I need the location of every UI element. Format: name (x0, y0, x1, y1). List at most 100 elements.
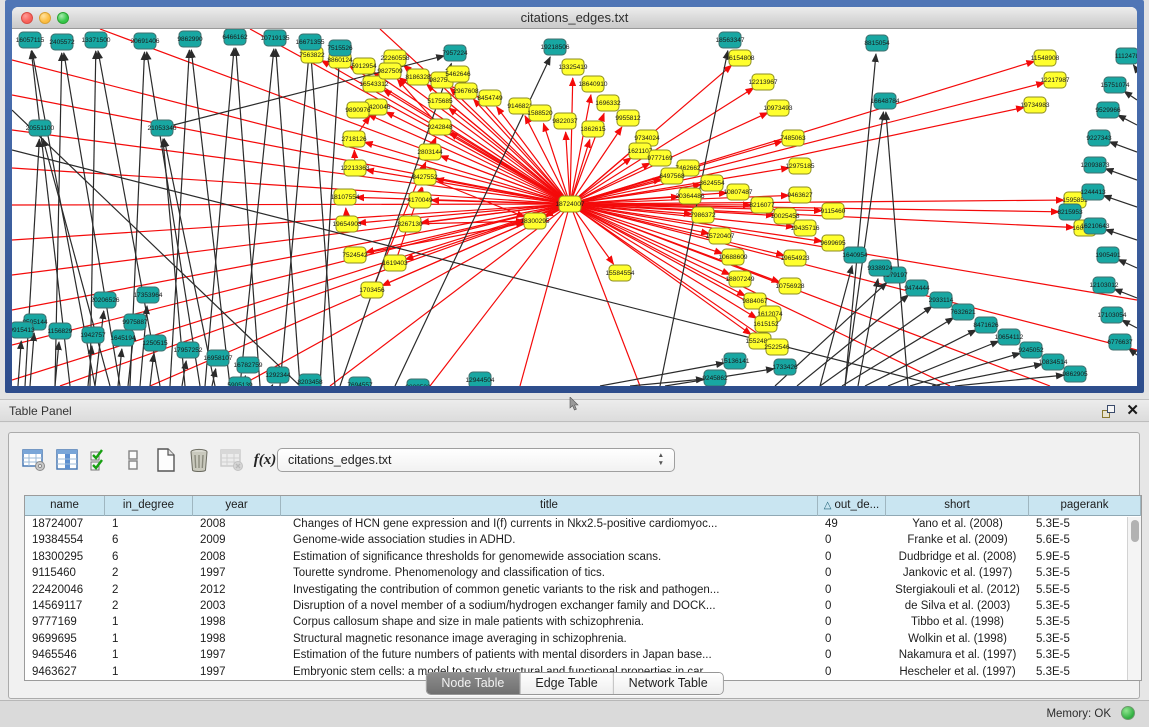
function-builder-icon[interactable]: f(x) (250, 446, 280, 474)
close-panel-icon[interactable]: ✕ (1126, 402, 1139, 420)
yellow-node-18300295[interactable]: 18300295 (521, 213, 550, 229)
yellow-node-2522546[interactable]: 2522546 (764, 339, 790, 355)
black-edge[interactable] (1124, 91, 1137, 100)
yellow-node-9463627[interactable]: 9463627 (787, 187, 813, 203)
teal-node-16648784[interactable]: 16648784 (871, 93, 900, 109)
yellow-node-18640910[interactable]: 18640910 (579, 76, 608, 92)
teal-node-9227343[interactable]: 9227343 (1086, 130, 1112, 146)
yellow-node-1619403[interactable]: 1619403 (382, 255, 408, 271)
tab-network-table[interactable]: Network Table (613, 673, 723, 694)
yellow-node-19654903[interactable]: 19654903 (333, 216, 362, 232)
yellow-node-9777169[interactable]: 9777169 (647, 150, 673, 166)
yellow-node-1862615[interactable]: 1862615 (580, 121, 606, 137)
black-edge[interactable] (191, 50, 230, 386)
teal-node-9529966[interactable]: 9529966 (1095, 102, 1121, 118)
yellow-node-12213363[interactable]: 12213363 (341, 160, 370, 176)
tab-edge-table[interactable]: Edge Table (519, 673, 612, 694)
black-edge[interactable] (30, 333, 34, 386)
red-edge[interactable] (430, 204, 570, 386)
column-header-pagerank[interactable]: pagerank (1029, 496, 1141, 516)
black-edge[interactable] (886, 112, 908, 386)
teal-node-2933114[interactable]: 2933114 (929, 292, 954, 308)
teal-node-12093873[interactable]: 12093873 (1081, 157, 1110, 173)
teal-node-8815054[interactable]: 8815054 (864, 35, 890, 51)
teal-node-10719135[interactable]: 10719135 (261, 30, 290, 46)
table-row[interactable]: 911546021997Tourette syndrome. Phenomeno… (25, 565, 1141, 581)
network-window-titlebar[interactable]: citations_edges.txt (12, 7, 1137, 29)
black-edge[interactable] (1105, 229, 1137, 240)
teal-node-12944504[interactable]: 12944504 (466, 372, 495, 386)
black-edge[interactable] (1109, 142, 1137, 152)
table-row[interactable]: 969969511998Structural magnetic resonanc… (25, 631, 1141, 647)
black-edge[interactable] (1122, 320, 1137, 328)
teal-node-21053346[interactable]: 21053346 (148, 120, 177, 136)
teal-node-9862905[interactable]: 9862905 (1062, 366, 1088, 382)
teal-node-18563347[interactable]: 18563347 (716, 32, 745, 48)
teal-node-12103012[interactable]: 12103012 (1090, 277, 1119, 293)
yellow-node-16154808[interactable]: 16154808 (726, 50, 755, 66)
teal-node-16057115[interactable]: 16057115 (16, 32, 45, 48)
teal-node-17103054[interactable]: 17103054 (1098, 307, 1127, 323)
teal-node-9809502[interactable]: 9809502 (405, 379, 431, 386)
yellow-node-2718126[interactable]: 2718126 (341, 131, 367, 147)
teal-node-6776637[interactable]: 6776637 (1107, 334, 1133, 350)
yellow-node-19435716[interactable]: 19435716 (791, 220, 820, 236)
teal-node-10834514[interactable]: 10834514 (1039, 354, 1068, 370)
red-edge[interactable] (12, 204, 570, 205)
yellow-node-5462646[interactable]: 5462646 (445, 66, 471, 82)
teal-node-20551100[interactable]: 20551100 (26, 120, 55, 136)
yellow-node-10973493[interactable]: 10973493 (764, 100, 793, 116)
teal-node-9245862[interactable]: 9245862 (702, 370, 728, 386)
red-edge[interactable] (425, 177, 525, 217)
scrollbar-thumb[interactable] (1131, 520, 1139, 542)
yellow-node-1696332[interactable]: 1696332 (595, 95, 621, 111)
yellow-node-5912954[interactable]: 5912954 (351, 58, 377, 74)
teal-node-2405572[interactable]: 2405572 (49, 34, 75, 50)
yellow-node-7986372[interactable]: 7986372 (690, 207, 716, 223)
table-selector-dropdown[interactable]: citations_edges.txt ▲▼ (277, 448, 675, 472)
yellow-node-19654923[interactable]: 19654923 (781, 250, 810, 266)
black-edge[interactable] (1118, 115, 1137, 125)
network-graph-canvas[interactable]: 1872400775638228860124591295416543312224… (12, 29, 1137, 386)
column-header-short[interactable]: short (886, 496, 1029, 516)
yellow-node-10756928[interactable]: 10756928 (776, 278, 805, 294)
teal-node-1292344[interactable]: 1292344 (265, 367, 291, 383)
black-edge[interactable] (150, 354, 154, 386)
column-header-title[interactable]: title (281, 496, 818, 516)
teal-node-16958107[interactable]: 16958107 (204, 350, 233, 366)
teal-node-5905139[interactable]: 5905139 (227, 377, 253, 386)
red-edge[interactable] (570, 140, 590, 204)
memory-status-indicator[interactable] (1121, 706, 1135, 720)
black-edge[interactable] (272, 385, 273, 386)
yellow-node-12975185[interactable]: 12975185 (786, 158, 815, 174)
column-header-name[interactable]: name (25, 496, 105, 516)
red-edge[interactable] (12, 95, 570, 204)
yellow-node-1615152[interactable]: 1615152 (753, 316, 779, 332)
yellow-node-3624554[interactable]: 3624554 (699, 175, 725, 191)
yellow-node-8454749[interactable]: 8454749 (477, 90, 503, 106)
yellow-node-7524542[interactable]: 7524542 (342, 247, 368, 263)
teal-node-20206526[interactable]: 20206526 (91, 292, 120, 308)
teal-node-1250515[interactable]: 1250515 (142, 335, 168, 351)
yellow-node-9242848[interactable]: 9242848 (427, 119, 453, 135)
teal-node-16782759[interactable]: 16782759 (234, 357, 263, 373)
new-document-icon[interactable] (151, 446, 181, 474)
yellow-node-5175685[interactable]: 5175685 (427, 93, 453, 109)
select-all-columns-icon[interactable] (85, 446, 115, 474)
table-row[interactable]: 946554611997Estimation of the future num… (25, 647, 1141, 663)
yellow-node-8267130[interactable]: 8267130 (397, 216, 423, 232)
teal-node-9975887[interactable]: 9975887 (122, 314, 148, 330)
teal-node-15136141[interactable]: 15136141 (721, 353, 750, 369)
yellow-node-8186328[interactable]: 8186328 (405, 69, 431, 85)
black-edge[interactable] (630, 379, 704, 386)
teal-node-1942757[interactable]: 1942757 (80, 327, 106, 343)
yellow-node-2803144[interactable]: 2803144 (417, 144, 443, 160)
float-panel-icon[interactable] (1102, 405, 1115, 418)
yellow-node-9827509[interactable]: 9827509 (377, 63, 403, 79)
teal-node-1640954[interactable]: 1640954 (842, 247, 868, 263)
teal-node-13371500[interactable]: 13371500 (82, 32, 111, 48)
table-row[interactable]: 2242004622012Investigating the contribut… (25, 582, 1141, 598)
yellow-node-7485063[interactable]: 7485063 (780, 130, 806, 146)
teal-node-19218506[interactable]: 19218506 (541, 39, 570, 55)
yellow-node-9890976[interactable]: 9890976 (345, 102, 371, 118)
